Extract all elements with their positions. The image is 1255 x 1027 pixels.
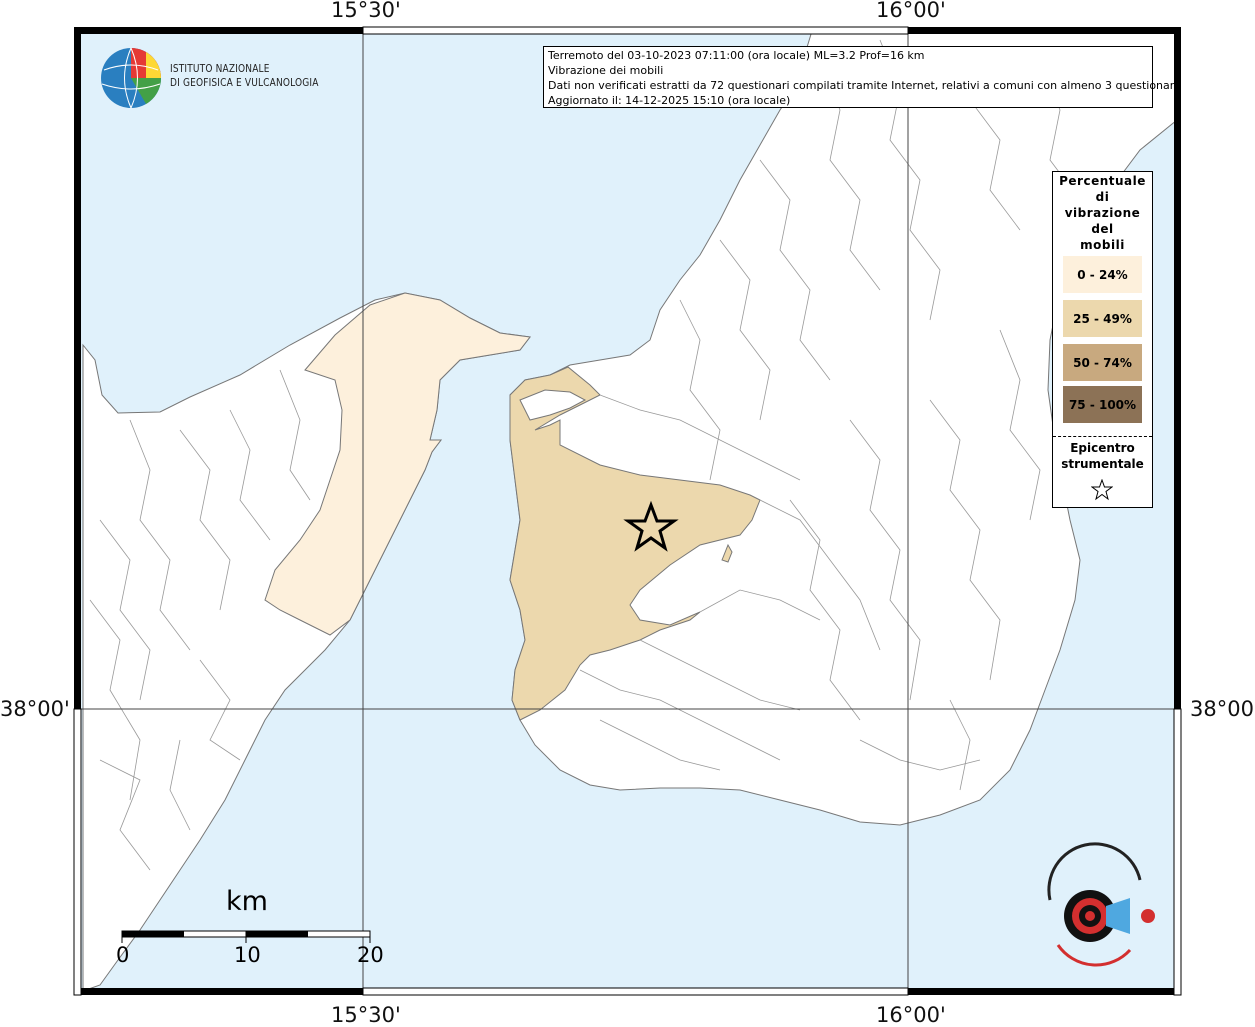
legend: Percentuale di vibrazione del mobili 0 -… [1052,171,1153,508]
legend-separator [1053,436,1152,437]
ingv-line-1: ISTITUTO NAZIONALE [170,62,270,75]
lon-label-top-1530: 15°30' [331,0,401,22]
scale-tick-20: 20 [357,943,384,967]
lat-label-right-3800: 38°00' [1190,697,1255,721]
legend-title: Percentuale di vibrazione del mobili [1059,174,1146,252]
scale-tick-0: 0 [116,943,130,967]
lon-label-bottom-1600: 16°00' [876,1003,946,1027]
event-info-line-3: Dati non verificati estratti da 72 quest… [548,79,1181,92]
legend-star-icon [1091,479,1113,501]
map [73,26,1182,996]
legend-class-25-49: 25 - 49% [1063,300,1142,337]
legend-class-75-100: 75 - 100% [1063,386,1142,423]
ingv-line-2: DI GEOFISICA E VULCANOLOGIA [170,76,319,89]
event-info-line-2: Vibrazione dei mobili [548,64,664,77]
ingv-logo-text: ISTITUTO NAZIONALE DI GEOFISICA E VULCAN… [170,62,319,90]
event-info-line-4: Aggiornato il: 14-12-2025 15:10 (ora loc… [548,94,791,107]
scale-tick-10: 10 [234,943,261,967]
event-info-line-1: Terremoto del 03-10-2023 07:11:00 (ora l… [548,49,925,62]
scale-unit: km [226,886,268,917]
legend-class-0-24: 0 - 24% [1063,256,1142,293]
lon-label-bottom-1530: 15°30' [331,1003,401,1027]
lat-label-left-3800: 38°00' [0,697,70,721]
event-info-box: Terremoto del 03-10-2023 07:11:00 (ora l… [543,46,1181,108]
ingv-logo-icon [101,47,161,109]
lon-label-top-1600: 16°00' [876,0,946,22]
legend-epicenter-label: Epicentro strumentale [1061,441,1144,471]
legend-class-50-74: 50 - 74% [1063,344,1142,381]
